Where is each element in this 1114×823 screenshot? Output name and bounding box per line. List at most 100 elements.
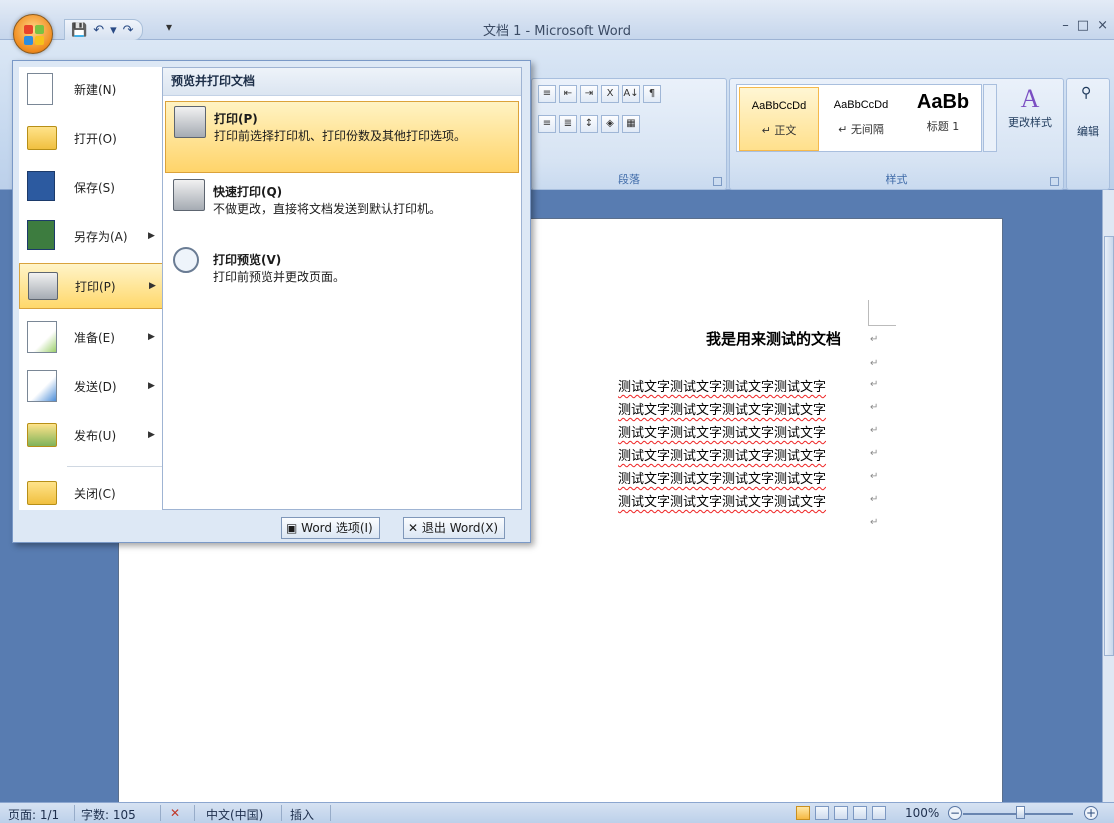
submenu-quick-print[interactable]: 快速打印(Q) 不做更改，直接将文档发送到默认打印机。 [165,175,519,235]
exit-word-label: 退出 Word(X) [421,521,499,535]
proofing-icon[interactable]: ✕ [170,806,180,820]
menu-label: 打开(O) [74,131,117,146]
vertical-scrollbar[interactable] [1102,190,1114,802]
office-logo-icon [24,25,44,45]
paragraph-group-label: 段落 [618,173,640,186]
exit-icon: ✕ [408,521,422,535]
change-styles-button[interactable]: A 更改样式 [1000,84,1060,130]
send-icon [27,370,57,402]
styles-group-label: 样式 [885,173,908,186]
submenu-arrow-icon: ▶ [148,381,155,391]
justify-icon[interactable]: ≣ [559,115,577,133]
document-line: 测试文字测试文字测试文字测试文字 [618,403,827,418]
menu-divider [67,466,163,467]
submenu-print-preview[interactable]: 打印预览(V) 打印前预览并更改页面。 [165,243,519,303]
zoom-out-icon[interactable]: − [948,806,962,820]
submenu-item-title: 打印(P) [214,112,258,126]
menu-close[interactable]: 关闭(C) [19,471,166,515]
word-options-button[interactable]: ▣ Word 选项(I) [281,517,380,539]
print-submenu: 预览并打印文档 打印(P) 打印前选择打印机、打印份数及其他打印选项。 快速打印… [162,67,522,510]
window-title: 文档 1 - Microsoft Word [482,24,632,39]
status-bar: 页面: 1/1 字数: 105 ✕ 中文(中国) 插入 100% − + [0,802,1114,823]
print-layout-view-icon[interactable] [796,806,810,820]
menu-send[interactable]: 发送(D) ▶ [19,364,166,408]
document-line: 测试文字测试文字测试文字测试文字 [618,495,827,510]
office-button[interactable] [13,14,53,54]
word-options-label: Word 选项(I) [301,521,373,535]
word-count[interactable]: 字数: 105 [81,806,136,823]
menu-prepare[interactable]: 准备(E) ▶ [19,315,166,359]
edit-label: 编辑 [1077,125,1099,138]
styles-launcher-icon[interactable] [1050,177,1059,186]
style-name: ↵ 无间隔 [838,123,884,136]
paragraph-launcher-icon[interactable] [713,177,722,186]
draft-view-icon[interactable] [872,806,886,820]
window-controls: – □ × [1062,18,1108,33]
show-marks-icon[interactable]: ¶ [643,85,661,103]
style-heading-1[interactable]: AaBb 标题 1 [903,87,983,151]
zoom-level[interactable]: 100% [905,806,939,820]
paragraph-mark: ↵ [870,517,879,528]
style-no-spacing[interactable]: AaBbCcDd ↵ 无间隔 [821,87,901,151]
submenu-print[interactable]: 打印(P) 打印前选择打印机、打印份数及其他打印选项。 [165,101,519,173]
exit-word-button[interactable]: ✕ 退出 Word(X) [403,517,506,539]
style-sample: AaBb [916,91,970,113]
multilevel-list-icon[interactable]: ≡ [538,85,556,103]
zoom-in-icon[interactable]: + [1084,806,1098,820]
printer-icon [174,106,206,138]
title-bar: 💾 ↶ ▾ ↷ ▾ 文档 1 - Microsoft Word – □ × [0,0,1114,41]
style-name: 标题 1 [926,120,960,133]
paragraph-mark: ↵ [870,402,879,413]
zoom-slider-thumb[interactable] [1016,806,1025,819]
outline-view-icon[interactable] [853,806,867,820]
style-normal[interactable]: AaBbCcDd ↵ 正文 [739,87,819,151]
menu-publish[interactable]: 发布(U) ▶ [19,413,166,457]
submenu-item-desc: 打印前预览并更改页面。 [213,270,346,284]
close-button[interactable]: × [1097,18,1108,33]
page-count[interactable]: 页面: 1/1 [8,806,59,823]
borders-icon[interactable]: ▦ [622,115,640,133]
menu-new[interactable]: 新建(N) [19,67,166,111]
editing-group[interactable]: ⚲ 编辑 [1066,78,1110,190]
submenu-item-title: 快速打印(Q) [213,185,283,199]
new-document-icon [27,73,53,105]
menu-label: 发布(U) [74,428,117,443]
menu-label: 新建(N) [74,82,117,97]
change-styles-icon: A [1020,84,1040,113]
align-right-icon[interactable]: ≡ [538,115,556,133]
menu-label: 准备(E) [74,330,115,345]
chinese-layout-icon[interactable]: X [601,85,619,103]
document-line: 测试文字测试文字测试文字测试文字 [618,426,827,441]
binoculars-icon: ⚲ [1081,85,1092,101]
office-menu-footer: ▣ Word 选项(I) ✕ 退出 Word(X) [13,514,532,544]
web-layout-view-icon[interactable] [834,806,848,820]
full-screen-reading-view-icon[interactable] [815,806,829,820]
shading-icon[interactable]: ◈ [601,115,619,133]
style-sample: AaBbCcDd [833,99,889,111]
maximize-button[interactable]: □ [1077,18,1089,33]
menu-label: 打印(P) [75,279,116,294]
insert-mode[interactable]: 插入 [290,806,314,823]
style-sample: AaBbCcDd [751,100,807,112]
save-as-icon [27,220,55,250]
scrollbar-thumb[interactable] [1104,236,1114,656]
menu-save[interactable]: 保存(S) [19,165,166,209]
quick-print-icon [173,179,205,211]
menu-label: 发送(D) [74,379,117,394]
printer-icon [28,272,58,300]
minimize-button[interactable]: – [1062,18,1069,33]
decrease-indent-icon[interactable]: ⇤ [559,85,577,103]
increase-indent-icon[interactable]: ⇥ [580,85,598,103]
document-line: 测试文字测试文字测试文字测试文字 [618,472,827,487]
menu-save-as[interactable]: 另存为(A) ▶ [19,214,166,258]
gallery-scroll[interactable] [983,84,997,152]
submenu-header: 预览并打印文档 [163,68,521,96]
language[interactable]: 中文(中国) [206,806,263,823]
menu-print[interactable]: 打印(P) ▶ [19,263,166,309]
document-heading: 我是用来测试的文档 [706,330,842,348]
line-spacing-icon[interactable]: ↕ [580,115,598,133]
menu-open[interactable]: 打开(O) [19,116,166,160]
paragraph-mark: ↵ [870,334,879,345]
submenu-arrow-icon: ▶ [149,281,156,291]
sort-icon[interactable]: A↓ [622,85,640,103]
